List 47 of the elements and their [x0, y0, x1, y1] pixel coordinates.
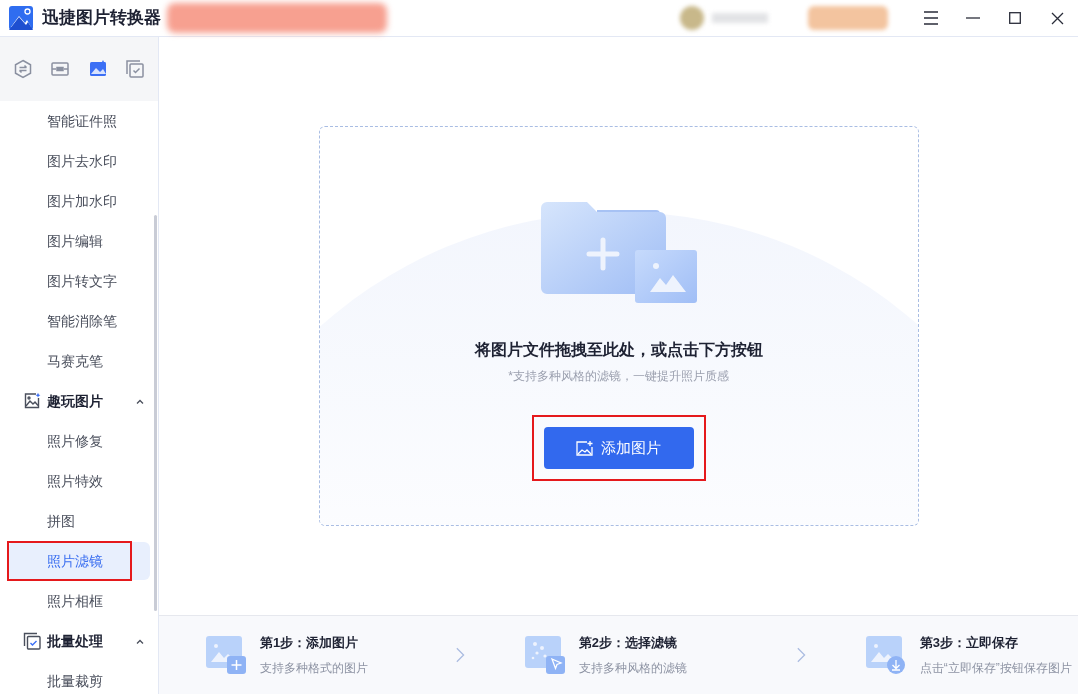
step-description: 支持多种格式的图片 [260, 659, 368, 677]
sidebar-item[interactable]: 图片编辑 [8, 222, 150, 260]
swap-icon[interactable] [12, 59, 33, 79]
close-icon [1050, 11, 1064, 25]
step-title: 第2步：选择滤镜 [578, 634, 679, 653]
step-description: 支持多种风格的滤镜 [578, 659, 687, 677]
frame-icon[interactable] [50, 59, 71, 79]
chevron-icon [136, 638, 144, 644]
sidebar-item[interactable]: 照片修复 [8, 422, 150, 460]
image-sparkle-icon [23, 392, 41, 410]
image-icon[interactable] [87, 59, 108, 79]
copy-check-icon [23, 632, 41, 650]
drop-hint: *支持多种风格的滤镜，一键提升照片质感 [508, 368, 729, 385]
sidebar-section-header[interactable]: 趣玩图片 [0, 381, 152, 421]
sidebar-item[interactable]: 照片特效 [8, 462, 150, 500]
sidebar-item[interactable]: 图片去水印 [8, 142, 150, 180]
sidebar-item[interactable]: 图片转文字 [8, 262, 150, 300]
sidebar-item[interactable]: 照片相框 [8, 582, 150, 620]
window-title: 迅捷图片转换器 [42, 7, 161, 30]
blurred-username [712, 13, 768, 23]
sidebar-item[interactable]: 智能证件照 [8, 102, 150, 140]
minimize-icon [966, 17, 980, 19]
sidebar-item[interactable]: 马赛克笔 [8, 342, 150, 380]
add-image-button[interactable]: 添加图片 [543, 427, 694, 469]
image-add-icon [576, 440, 593, 456]
sparkle-cursor-icon [524, 636, 565, 674]
chevron-right-icon [797, 646, 806, 664]
sidebar-section-header[interactable]: 批量处理 [0, 621, 152, 661]
menu-icon [923, 11, 939, 25]
image-add-icon [206, 636, 246, 674]
step-description: 点击“立即保存”按钮保存图片 [919, 659, 1072, 677]
sidebar-item[interactable]: 图片加水印 [8, 182, 150, 220]
avatar [680, 6, 704, 30]
maximize-icon [1009, 12, 1021, 24]
drop-zone[interactable]: 将图片文件拖拽至此处，或点击下方按钮 *支持多种风格的滤镜，一键提升照片质感 添加图片 [318, 126, 919, 526]
chevron-right-icon [456, 646, 465, 664]
image-download-icon [865, 636, 906, 674]
step-title: 第3步：立即保存 [919, 634, 1019, 653]
app-logo-icon [9, 6, 33, 30]
sidebar-item[interactable]: 拼图 [8, 502, 150, 540]
step-title: 第1步：添加图片 [260, 634, 360, 653]
sidebar-item[interactable]: 照片滤镜 [8, 542, 150, 580]
sidebar-item[interactable]: 智能消除笔 [8, 302, 150, 340]
drop-heading: 将图片文件拖拽至此处，或点击下方按钮 [474, 340, 763, 360]
copy-check-icon[interactable] [125, 59, 146, 79]
chevron-icon [136, 398, 144, 404]
sidebar-item[interactable]: 批量裁剪 [8, 662, 150, 694]
